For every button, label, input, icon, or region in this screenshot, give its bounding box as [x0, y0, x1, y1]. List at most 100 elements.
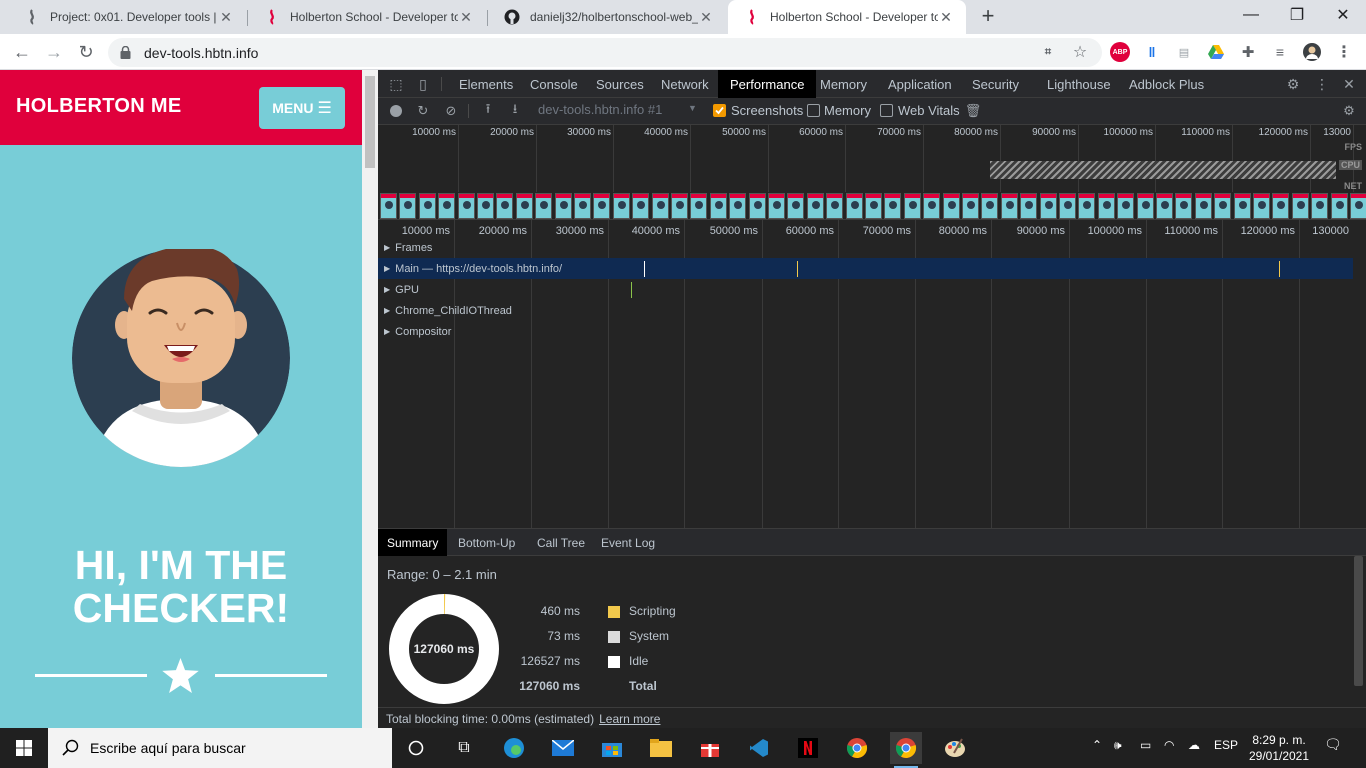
screenshot-thumbnail[interactable] — [710, 193, 727, 219]
tab-memory[interactable]: Memory — [808, 70, 879, 98]
back-icon[interactable]: ← — [8, 38, 36, 66]
screenshot-thumbnail[interactable] — [846, 193, 863, 219]
screenshot-thumbnail[interactable] — [690, 193, 707, 219]
scrollbar-thumb[interactable] — [365, 76, 375, 168]
screenshot-thumbnail[interactable] — [807, 193, 824, 219]
cloud-icon[interactable]: ☁ — [1188, 738, 1200, 752]
screenshot-thumbnail[interactable] — [904, 193, 921, 219]
web-vitals-checkbox[interactable] — [880, 104, 893, 117]
upload-icon[interactable]: ⭱ — [480, 101, 496, 119]
screenshot-filmstrip[interactable] — [378, 192, 1366, 220]
tab-summary[interactable]: Summary — [378, 529, 448, 556]
address-bar[interactable]: dev-tools.hbtn.info — [108, 38, 1102, 67]
screenshot-thumbnail[interactable] — [1214, 193, 1231, 219]
clear-icon[interactable]: ⊘ — [443, 103, 459, 119]
tab-call-tree[interactable]: Call Tree — [528, 529, 594, 556]
reload-record-icon[interactable]: ↻ — [415, 103, 431, 119]
screenshot-thumbnail[interactable] — [399, 193, 416, 219]
screenshot-thumbnail[interactable] — [826, 193, 843, 219]
screenshot-thumbnail[interactable] — [458, 193, 475, 219]
tab-event-log[interactable]: Event Log — [592, 529, 664, 556]
cortana-icon[interactable] — [400, 732, 432, 764]
screenshot-thumbnail[interactable] — [962, 193, 979, 219]
store-icon[interactable] — [596, 732, 628, 764]
screenshot-thumbnail[interactable] — [613, 193, 630, 219]
google-drive-icon[interactable] — [1206, 42, 1226, 62]
screenshot-thumbnail[interactable] — [1040, 193, 1057, 219]
site-brand[interactable]: HOLBERTON ME — [16, 95, 181, 118]
expand-arrow-icon[interactable]: ▶ — [384, 264, 390, 273]
screenshot-thumbnail[interactable] — [632, 193, 649, 219]
forward-icon[interactable]: → — [40, 38, 68, 66]
screenshot-thumbnail[interactable] — [865, 193, 882, 219]
translate-icon[interactable]: ⌗ — [1038, 42, 1058, 62]
screenshot-thumbnail[interactable] — [1078, 193, 1095, 219]
expand-arrow-icon[interactable]: ▶ — [384, 306, 390, 315]
menu-button[interactable]: MENU ☰ — [259, 87, 345, 129]
tab-application[interactable]: Application — [876, 70, 964, 98]
recording-select[interactable]: dev-tools.hbtn.info #1 ▼ — [538, 102, 698, 120]
expand-arrow-icon[interactable]: ▶ — [384, 327, 390, 336]
close-icon[interactable]: ✕ — [698, 9, 714, 25]
minimize-icon[interactable]: — — [1228, 0, 1274, 30]
adblock-plus-icon[interactable]: ABP — [1110, 42, 1130, 62]
screenshot-thumbnail[interactable] — [1137, 193, 1154, 219]
settings-gear-icon[interactable]: ⚙ — [1284, 75, 1302, 93]
screenshot-thumbnail[interactable] — [1059, 193, 1076, 219]
capture-settings-gear-icon[interactable]: ⚙ — [1341, 103, 1357, 119]
wifi-icon[interactable]: ◠ — [1164, 738, 1174, 752]
tab-lighthouse[interactable]: Lighthouse — [1035, 70, 1123, 98]
screenshot-thumbnail[interactable] — [1117, 193, 1134, 219]
screenshot-thumbnail[interactable] — [787, 193, 804, 219]
netflix-icon[interactable] — [792, 732, 824, 764]
details-scrollbar[interactable] — [1353, 556, 1364, 706]
event-marker[interactable] — [797, 261, 798, 277]
restore-icon[interactable]: ❐ — [1274, 0, 1320, 30]
paint-icon[interactable] — [939, 732, 971, 764]
screenshot-thumbnail[interactable] — [438, 193, 455, 219]
event-marker[interactable] — [631, 282, 632, 298]
scrollbar-thumb[interactable] — [1354, 556, 1363, 686]
close-icon[interactable]: ✕ — [218, 9, 234, 25]
screenshot-thumbnail[interactable] — [943, 193, 960, 219]
record-icon[interactable] — [388, 103, 404, 119]
tab-sources[interactable]: Sources — [584, 70, 656, 98]
kebab-menu-icon[interactable]: ⋮ — [1334, 42, 1354, 62]
mail-icon[interactable] — [547, 732, 579, 764]
expand-arrow-icon[interactable]: ▶ — [384, 243, 390, 252]
track-compositor[interactable]: ▶ Compositor — [378, 321, 1353, 342]
screenshot-thumbnail[interactable] — [1175, 193, 1192, 219]
screenshot-thumbnail[interactable] — [1020, 193, 1037, 219]
pdf-icon[interactable]: ▤ — [1174, 42, 1194, 62]
screenshot-thumbnail[interactable] — [593, 193, 610, 219]
bookmark-star-icon[interactable]: ☆ — [1070, 42, 1090, 62]
flame-scrollbar[interactable] — [1353, 220, 1366, 528]
screenshot-thumbnail[interactable] — [1195, 193, 1212, 219]
kebab-menu-icon[interactable]: ⋮ — [1313, 75, 1331, 93]
system-clock[interactable]: 8:29 p. m. 29/01/2021 — [1244, 732, 1314, 764]
page-scrollbar[interactable] — [362, 70, 378, 728]
gift-icon[interactable] — [694, 732, 726, 764]
flame-chart[interactable]: 10000 ms 20000 ms 30000 ms 40000 ms 50000 ms… — [378, 220, 1366, 528]
track-chrome-child-io-thread[interactable]: ▶ Chrome_ChildIOThread — [378, 300, 1353, 321]
close-window-icon[interactable]: ✕ — [1320, 0, 1366, 30]
volume-icon[interactable]: 🕪 — [1114, 738, 1122, 753]
screenshot-thumbnail[interactable] — [884, 193, 901, 219]
screenshot-thumbnail[interactable] — [671, 193, 688, 219]
inspect-element-icon[interactable]: ⬚ — [387, 75, 405, 93]
language-indicator[interactable]: ESP — [1214, 738, 1238, 752]
trash-icon[interactable]: 🗑 — [965, 103, 982, 119]
screenshot-thumbnail[interactable] — [1098, 193, 1115, 219]
screenshot-thumbnail[interactable] — [535, 193, 552, 219]
new-tab-button[interactable]: + — [976, 3, 1000, 28]
vscode-icon[interactable] — [743, 732, 775, 764]
chevron-up-icon[interactable]: ⌃ — [1092, 738, 1102, 752]
screenshot-thumbnail[interactable] — [516, 193, 533, 219]
timeline-overview[interactable]: 10000 ms 20000 ms 30000 ms 40000 ms 50000 ms… — [378, 125, 1366, 220]
screenshot-thumbnail[interactable] — [1292, 193, 1309, 219]
edge-icon[interactable] — [498, 732, 530, 764]
windows-start-icon[interactable] — [0, 728, 48, 768]
tab-elements[interactable]: Elements — [447, 70, 525, 98]
screenshot-thumbnail[interactable] — [1234, 193, 1251, 219]
screenshot-thumbnail[interactable] — [923, 193, 940, 219]
